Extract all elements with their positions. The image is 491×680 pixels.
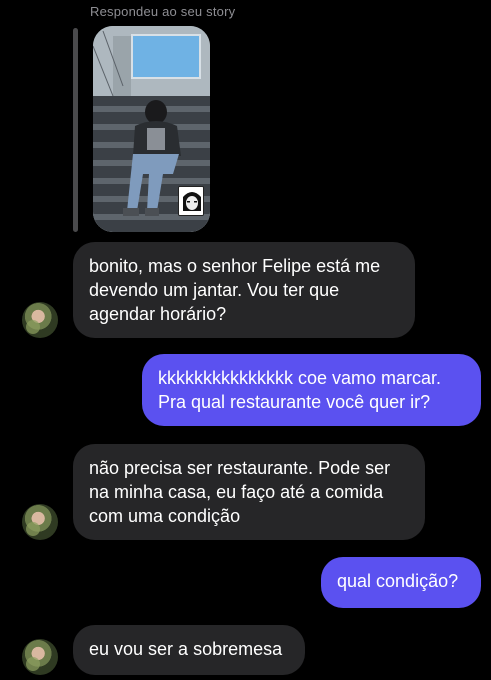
message-bubble-outgoing[interactable]: kkkkkkkkkkkkkkk coe vamo marcar. Pra qua…: [142, 354, 481, 426]
message-bubble-incoming[interactable]: não precisa ser restaurante. Pode ser na…: [73, 444, 425, 540]
story-quote-bar: [73, 28, 78, 232]
message-bubble-incoming[interactable]: bonito, mas o senhor Felipe está me deve…: [73, 242, 415, 338]
message-bubble-incoming[interactable]: eu vou ser a sobremesa: [73, 625, 305, 675]
story-sticker: [178, 186, 204, 216]
story-reply-caption: Respondeu ao seu story: [90, 4, 236, 19]
story-thumbnail[interactable]: [93, 26, 210, 232]
sender-avatar[interactable]: [22, 639, 58, 675]
sender-avatar[interactable]: [22, 504, 58, 540]
sticker-face-icon: [179, 187, 203, 215]
sender-avatar[interactable]: [22, 302, 58, 338]
message-bubble-outgoing[interactable]: qual condição?: [321, 557, 481, 608]
